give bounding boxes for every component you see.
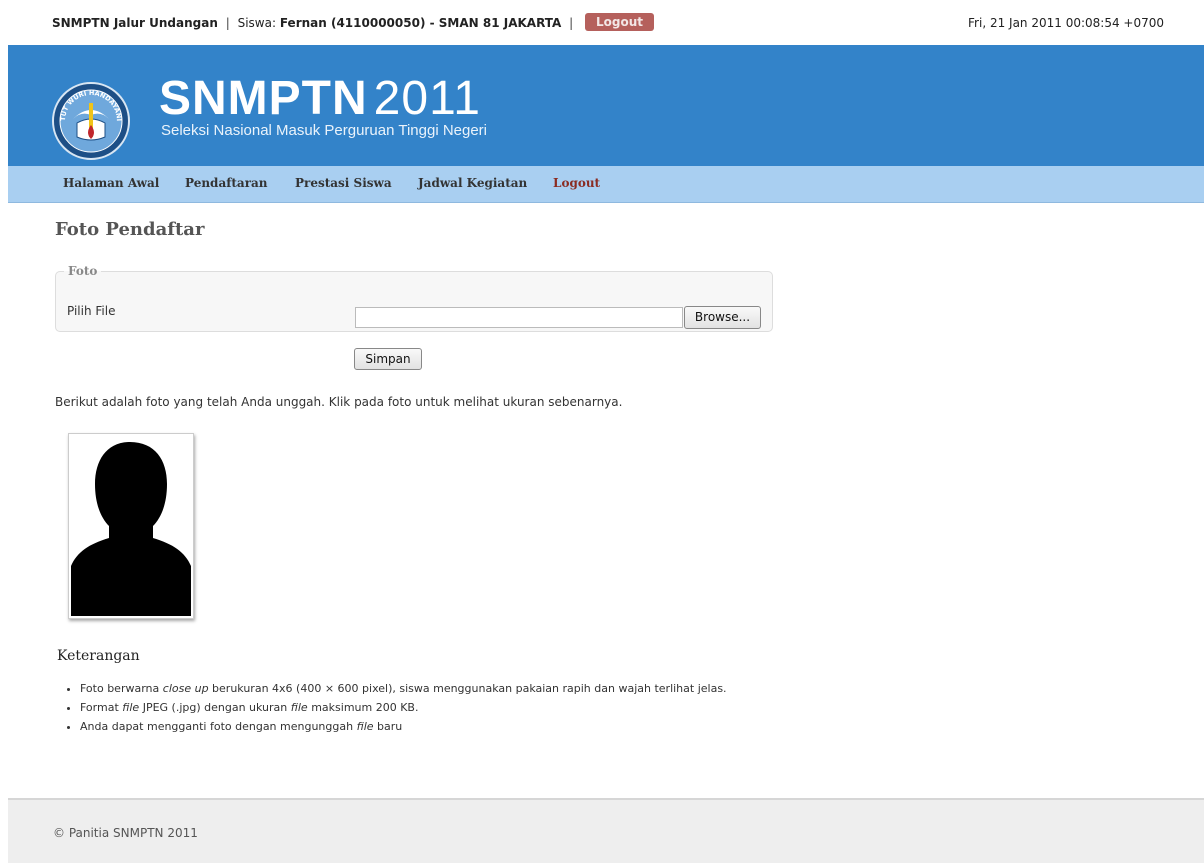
site-subtitle: Seleksi Nasional Masuk Perguruan Tinggi … [161, 122, 488, 139]
top-bar: SNMPTN Jalur Undangan | Siswa: Fernan (4… [0, 0, 1204, 45]
list-item: Format file JPEG (.jpg) dengan ukuran fi… [80, 699, 727, 716]
file-label: Pilih File [67, 304, 116, 318]
file-path-input[interactable] [355, 307, 683, 328]
site-title: SNMPTN 2011 [159, 75, 481, 123]
top-logout-button[interactable]: Logout [585, 13, 655, 31]
uploaded-photo[interactable] [68, 433, 194, 619]
save-button[interactable]: Simpan [354, 348, 422, 370]
student-info: Fernan (4110000050) - SMAN 81 JAKARTA [279, 16, 562, 30]
nav-item-prestasi-siswa[interactable]: Prestasi Siswa [295, 176, 392, 190]
browse-button[interactable]: Browse... [684, 306, 761, 329]
notes-list: Foto berwarna close up berukuran 4x6 (40… [64, 680, 727, 737]
list-item: Anda dapat mengganti foto dengan mengung… [80, 718, 727, 735]
photo-upload-fieldset: Foto Pilih File Browse... [55, 264, 773, 332]
notes-title: Keterangan [57, 648, 140, 664]
footer-copyright: © Panitia SNMPTN 2011 [53, 826, 198, 840]
photo-info-text: Berikut adalah foto yang telah Anda ungg… [55, 395, 623, 409]
current-datetime: Fri, 21 Jan 2011 00:08:54 +0700 [968, 16, 1164, 30]
page-title: Foto Pendaftar [55, 219, 205, 240]
tut-wuri-handayani-emblem-icon: TUT WURI HANDAYANI [52, 82, 130, 160]
footer: © Panitia SNMPTN 2011 [8, 798, 1204, 863]
separator: | [225, 16, 230, 30]
siswa-label: Siswa: [237, 16, 277, 30]
nav-item-jadwal-kegiatan[interactable]: Jadwal Kegiatan [418, 176, 527, 190]
fieldset-legend: Foto [68, 264, 98, 278]
nav-item-logout[interactable]: Logout [553, 176, 600, 190]
separator: | [569, 16, 574, 30]
app-name: SNMPTN Jalur Undangan [52, 16, 218, 30]
header-banner: TUT WURI HANDAYANI SNMPTN 2011 Seleksi Na… [8, 45, 1204, 166]
nav-item-pendaftaran[interactable]: Pendaftaran [185, 176, 268, 190]
nav-item-halaman-awal[interactable]: Halaman Awal [63, 176, 159, 190]
person-silhouette-icon [69, 434, 191, 616]
main-nav: Halaman Awal Pendaftaran Prestasi Siswa … [8, 166, 1204, 203]
list-item: Foto berwarna close up berukuran 4x6 (40… [80, 680, 727, 697]
site-title-text: SNMPTN [159, 72, 368, 125]
site-title-year: 2011 [373, 72, 481, 125]
session-info: SNMPTN Jalur Undangan | Siswa: Fernan (4… [52, 13, 655, 32]
